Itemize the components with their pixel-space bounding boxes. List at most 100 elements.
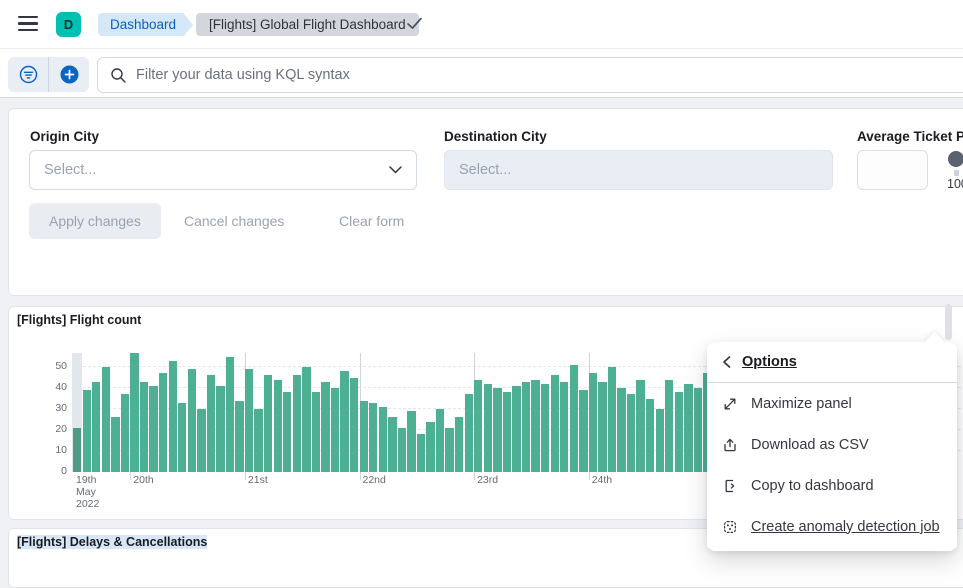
chart-bar[interactable] [694,388,702,472]
add-filter-plus-icon[interactable] [49,57,89,92]
delays-panel-title[interactable]: [Flights] Delays & Cancellations [17,535,207,549]
chart-bar[interactable] [245,369,253,472]
chart-bar[interactable] [369,403,377,472]
breadcrumb-arrow [184,14,193,36]
chart-bar[interactable] [254,409,262,472]
scrollbar-thumb[interactable] [945,304,952,340]
price-slider-value: 100 [947,177,963,191]
chart-bar[interactable] [350,378,358,473]
chart-bar[interactable] [560,382,568,472]
chart-bar[interactable] [216,386,224,472]
chart-bar[interactable] [321,382,329,472]
chart-bar[interactable] [293,375,301,472]
chart-bar[interactable] [484,384,492,472]
chart-bar[interactable] [445,428,453,472]
chart-bar[interactable] [283,392,291,472]
saved-query-filter-icon[interactable] [8,57,48,92]
destination-city-label: Destination City [444,129,547,144]
chart-bar[interactable] [531,380,539,472]
chart-bar[interactable] [149,386,157,472]
chart-bar[interactable] [92,382,100,472]
chart-bar[interactable] [83,390,91,472]
chart-bar[interactable] [503,392,511,472]
chart-bar[interactable] [102,367,110,472]
chart-bar[interactable] [379,407,387,472]
chart-bar[interactable] [541,384,549,472]
query-bar [0,48,963,98]
clear-form-button[interactable]: Clear form [327,203,416,239]
menu-item-download-csv[interactable]: Download as CSV [707,424,957,465]
chart-bar[interactable] [226,357,234,473]
chart-bar[interactable] [617,388,625,472]
apply-changes-button[interactable]: Apply changes [29,203,161,239]
flight-count-panel-title[interactable]: [Flights] Flight count [17,313,141,327]
chart-bar[interactable] [360,401,368,472]
kql-search-input[interactable] [127,67,963,83]
menu-item-maximize-panel[interactable]: Maximize panel [707,383,957,424]
chart-bar[interactable] [197,409,205,472]
chart-bar[interactable] [121,394,129,472]
cancel-changes-button[interactable]: Cancel changes [172,203,296,239]
chart-bar[interactable] [388,417,396,472]
price-slider-handle[interactable] [948,151,963,167]
kql-search-box [97,57,963,93]
price-slider-tick [954,170,959,176]
menu-item-create-anomaly-detection-job[interactable]: Create anomaly detection job [707,506,957,547]
breadcrumb-dashboard[interactable]: Dashboard [98,13,184,36]
chart-bar[interactable] [340,371,348,472]
chart-bar[interactable] [656,409,664,472]
chart-bar[interactable] [589,373,597,472]
x-tick-label: 23rd [477,474,498,486]
chart-bar[interactable] [465,394,473,472]
breadcrumb-current-dashboard[interactable]: [Flights] Global Flight Dashboard [196,13,419,36]
chart-bar[interactable] [598,382,606,472]
chevron-left-icon [721,355,732,369]
chart-bar[interactable] [188,369,196,472]
chart-bar[interactable] [111,417,119,472]
chart-bar[interactable] [608,367,616,472]
menu-header-label: Options [742,354,797,370]
check-icon[interactable] [406,16,423,31]
chart-bar[interactable] [512,386,520,472]
origin-city-select[interactable]: Select... [29,150,417,190]
chart-bar[interactable] [522,382,530,472]
chart-bar[interactable] [455,417,463,472]
destination-city-select[interactable]: Select... [444,150,833,190]
chart-bar[interactable] [73,428,81,472]
chart-bar[interactable] [627,394,635,472]
chart-bar[interactable] [675,392,683,472]
chart-bar[interactable] [417,434,425,472]
x-tick-label: 20th [133,474,153,486]
chart-bar[interactable] [493,388,501,472]
chart-bar[interactable] [178,403,186,472]
chart-bar[interactable] [264,375,272,472]
chart-bar[interactable] [474,380,482,472]
chart-bar[interactable] [407,411,415,472]
chart-bar[interactable] [426,422,434,472]
flight-count-y-axis: 01020304050 [33,353,67,472]
menu-header-options[interactable]: Options [707,342,957,383]
chart-bar[interactable] [646,399,654,473]
chart-bar[interactable] [274,380,282,472]
chart-bar[interactable] [302,367,310,472]
chart-bar[interactable] [235,401,243,472]
chart-bar[interactable] [207,375,215,472]
menu-item-copy-to-dashboard[interactable]: Copy to dashboard [707,465,957,506]
chart-bar[interactable] [684,384,692,472]
chart-bar[interactable] [140,382,148,472]
chart-bar[interactable] [570,365,578,472]
space-avatar[interactable]: D [56,12,81,37]
menu-hamburger-icon[interactable] [18,16,38,32]
chart-bar[interactable] [551,375,559,472]
average-ticket-price-input[interactable] [857,150,928,190]
chart-bar[interactable] [331,388,339,472]
chart-bar[interactable] [130,353,138,472]
chart-bar[interactable] [436,409,444,472]
chart-bar[interactable] [398,428,406,472]
chart-bar[interactable] [159,373,167,472]
chart-bar[interactable] [169,361,177,472]
chart-bar[interactable] [665,380,673,472]
chart-bar[interactable] [312,392,320,472]
chart-bar[interactable] [636,380,644,472]
chart-bar[interactable] [579,390,587,472]
